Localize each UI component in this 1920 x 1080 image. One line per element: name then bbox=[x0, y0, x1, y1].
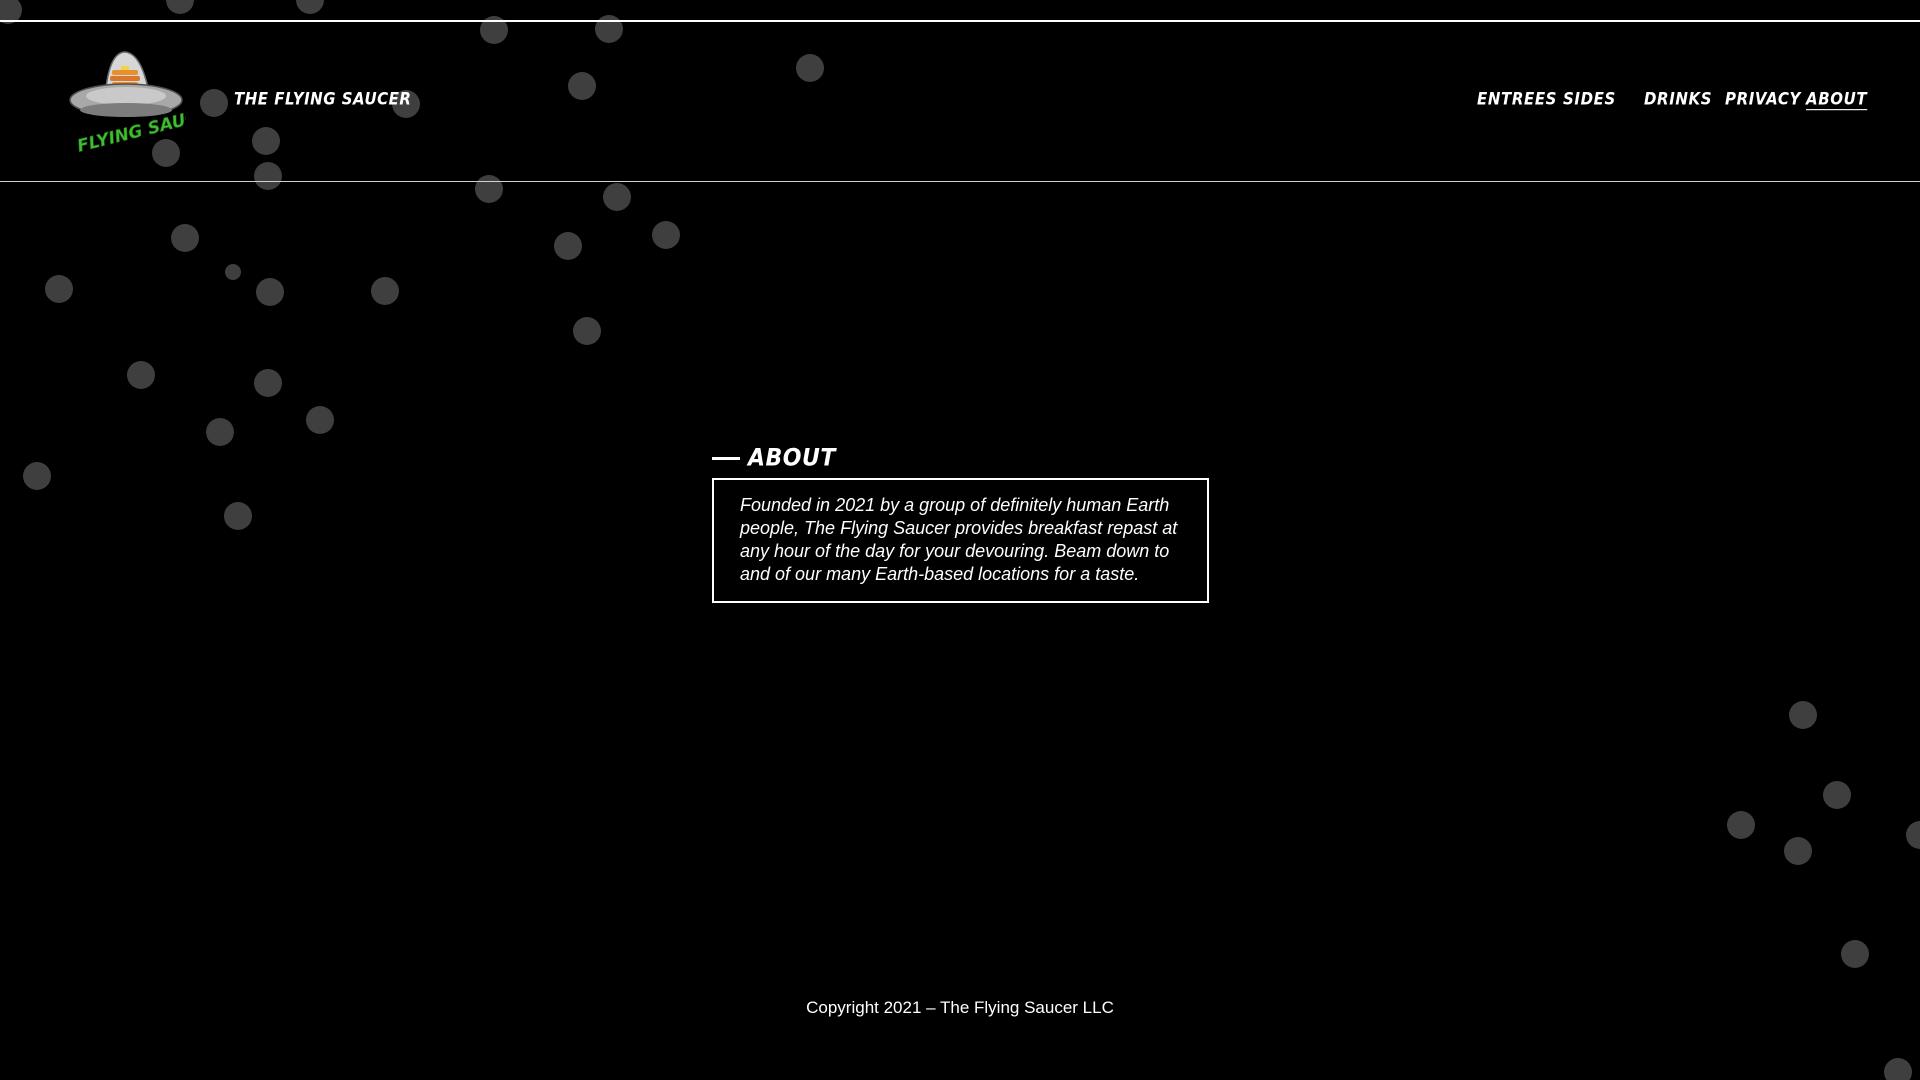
top-divider bbox=[0, 20, 1920, 22]
heading-dash bbox=[712, 457, 740, 460]
header-divider bbox=[0, 181, 1920, 182]
copyright-text: Copyright 2021 – The Flying Saucer LLC bbox=[806, 998, 1114, 1017]
page: FLYING SAUCER THE FLYING SAUCER ENTREES … bbox=[0, 0, 1920, 1080]
nav-drinks[interactable]: DRINKS bbox=[1644, 89, 1712, 109]
nav-entrees[interactable]: ENTREES bbox=[1477, 89, 1557, 109]
about-title: ABOUT bbox=[748, 444, 836, 473]
about-text: Founded in 2021 by a group of definitely… bbox=[740, 495, 1178, 584]
nav-privacy[interactable]: PRIVACY bbox=[1725, 89, 1801, 109]
nav-about[interactable]: ABOUT bbox=[1806, 89, 1867, 109]
about-heading: ABOUT bbox=[712, 444, 836, 473]
main-nav: ENTREES SIDES DRINKS PRIVACY ABOUT bbox=[0, 89, 1920, 114]
about-box: Founded in 2021 by a group of definitely… bbox=[712, 478, 1209, 603]
nav-sides[interactable]: SIDES bbox=[1563, 89, 1616, 109]
